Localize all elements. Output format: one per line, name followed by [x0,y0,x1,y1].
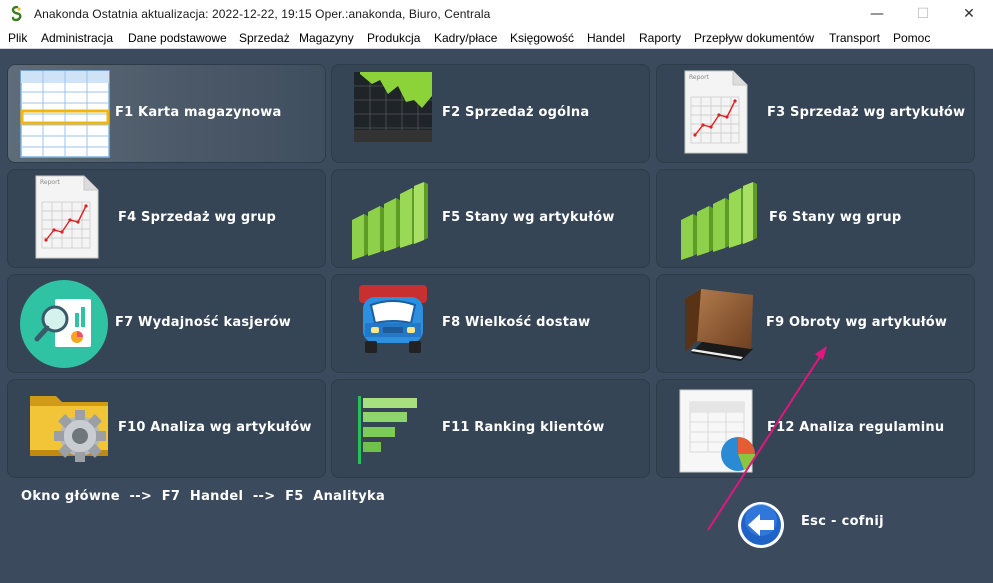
tile-f6-stany-wg-grup[interactable]: F6 Stany wg grup [656,169,975,268]
maximize-button[interactable]: ☐ [900,0,946,28]
analytics-magnifier-icon [20,280,108,368]
menu-sprzedaz[interactable]: Sprzedaż [239,31,290,45]
area-chart-icon [354,72,432,142]
menu-plik[interactable]: Plik [8,31,27,45]
tile-f5-stany-wg-artykulow[interactable]: F5 Stany wg artykułów [331,169,650,268]
tile-f2-sprzedaz-ogolna[interactable]: F2 Sprzedaż ogólna [331,64,650,163]
menu-przeplyw-dokumentow[interactable]: Przepływ dokumentów [694,31,814,45]
tile-label: F3 Sprzedaż wg artykułów [767,105,966,120]
menu-transport[interactable]: Transport [829,31,880,45]
title-bar: Anakonda Ostatnia aktualizacja: 2022-12-… [0,0,993,28]
anakonda-logo-icon [11,6,22,22]
report-icon: Report [684,70,748,154]
tile-label: F10 Analiza wg artykułów [118,420,312,435]
breadcrumb: Okno główne --> F7 Handel --> F5 Anality… [21,489,386,504]
book-icon [685,289,753,361]
tile-label: F2 Sprzedaż ogólna [442,105,590,120]
tile-label: F6 Stany wg grup [769,210,902,225]
back-arrow-icon[interactable] [736,500,786,550]
report-icon: Report [35,175,99,259]
tile-label: F9 Obroty wg artykułów [766,315,948,330]
menu-dane-podstawowe[interactable]: Dane podstawowe [128,31,227,45]
tile-f3-sprzedaz-wg-artykulow[interactable]: Report F3 Sprzedaż wg artykułów [656,64,975,163]
menu-bar: Plik Administracja Dane podstawowe Sprze… [0,28,993,49]
svg-text:Report: Report [689,74,710,81]
menu-handel[interactable]: Handel [587,31,625,45]
menu-magazyny[interactable]: Magazyny [299,31,354,45]
menu-raporty[interactable]: Raporty [639,31,681,45]
green-bars-icon [352,182,428,260]
tile-label: F7 Wydajność kasjerów [115,315,291,330]
svg-text:Report: Report [40,179,61,186]
back-button-label[interactable]: Esc - cofnij [801,514,884,529]
tile-f11-ranking-klientow[interactable]: F11 Ranking klientów [331,379,650,478]
tile-label: F4 Sprzedaż wg grup [118,210,277,225]
tile-label: F8 Wielkość dostaw [442,315,591,330]
tile-label: F1 Karta magazynowa [115,105,282,120]
tile-f7-wydajnosc-kasjerow[interactable]: F7 Wydajność kasjerów [7,274,326,373]
tile-f8-wielkosc-dostaw[interactable]: F8 Wielkość dostaw [331,274,650,373]
menu-kadry-place[interactable]: Kadry/płace [434,31,497,45]
tile-f12-analiza-regulaminu[interactable]: F12 Analiza regulaminu [656,379,975,478]
green-bars-icon [681,182,757,260]
tile-label: F11 Ranking klientów [442,420,605,435]
spreadsheet-icon [20,70,110,158]
tile-f1-karta-magazynowa[interactable]: F1 Karta magazynowa [7,64,326,163]
bar-ranking-icon [358,396,417,464]
menu-ksiegowosc[interactable]: Księgowość [510,31,574,45]
tile-label: F5 Stany wg artykułów [442,210,615,225]
tile-f9-obroty-wg-artykulow[interactable]: F9 Obroty wg artykułów [656,274,975,373]
truck-icon [359,285,427,353]
tile-label: F12 Analiza regulaminu [767,420,945,435]
menu-produkcja[interactable]: Produkcja [367,31,420,45]
menu-pomoc[interactable]: Pomoc [893,31,930,45]
close-button[interactable]: ✕ [946,0,992,28]
folder-gear-icon [30,396,108,462]
tile-f4-sprzedaz-wg-grup[interactable]: Report F4 Sprzedaż wg grup [7,169,326,268]
minimize-button[interactable]: — [854,0,900,28]
window-title: Anakonda Ostatnia aktualizacja: 2022-12-… [34,7,491,21]
menu-administracja[interactable]: Administracja [41,31,113,45]
tile-f10-analiza-wg-artykulow[interactable]: F10 Analiza wg artykułów [7,379,326,478]
sheet-pie-icon [679,389,756,473]
